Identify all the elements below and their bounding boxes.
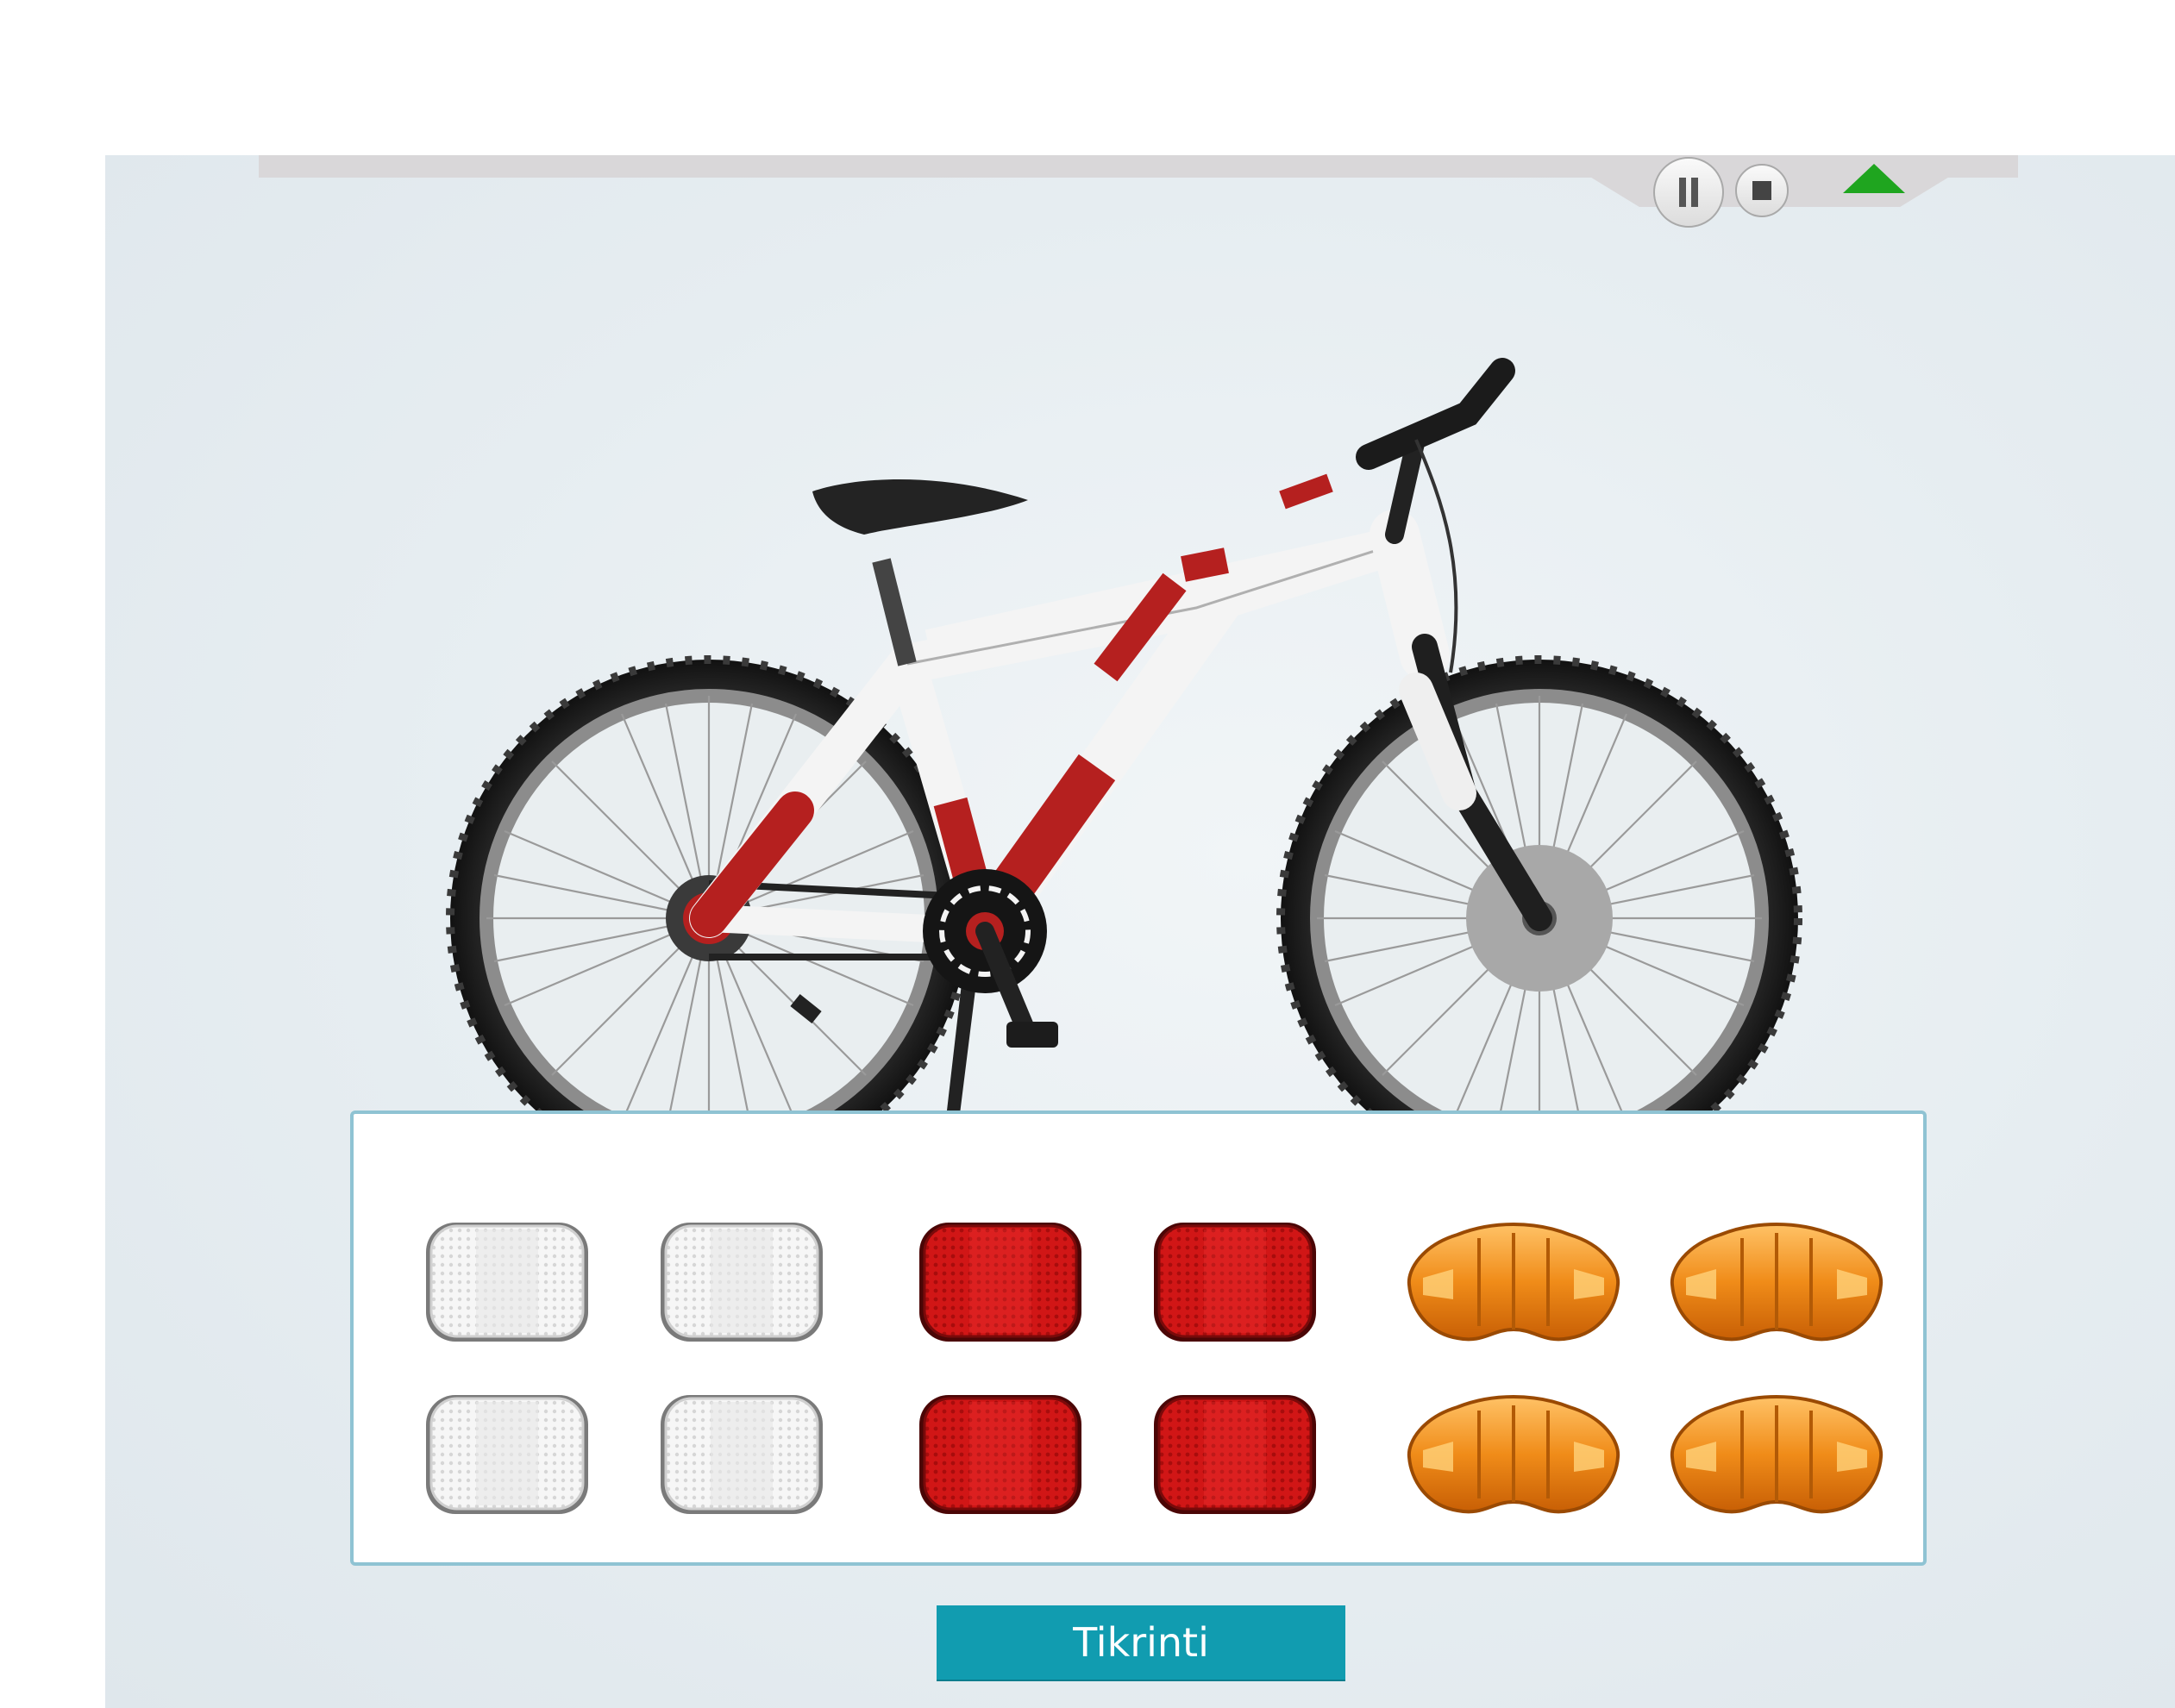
red-reflector[interactable] (1149, 1217, 1321, 1347)
red-reflector[interactable] (1149, 1390, 1321, 1519)
red-reflector[interactable] (914, 1217, 1087, 1347)
white-reflector[interactable] (421, 1217, 593, 1347)
activity-stage: Tikrinti (105, 155, 2175, 1708)
orange-reflector[interactable] (1669, 1390, 1884, 1519)
stop-button[interactable] (1735, 164, 1789, 217)
check-button[interactable]: Tikrinti (937, 1605, 1345, 1680)
white-reflector[interactable] (421, 1390, 593, 1519)
orange-reflector[interactable] (1669, 1217, 1884, 1347)
orange-reflector[interactable] (1406, 1217, 1621, 1347)
pause-button[interactable] (1653, 157, 1724, 228)
orange-reflector[interactable] (1406, 1390, 1621, 1519)
red-reflector[interactable] (914, 1390, 1087, 1519)
bicycle-illustration (424, 358, 1908, 1181)
triangle-up-icon[interactable] (1843, 164, 1905, 193)
stop-icon (1752, 181, 1771, 200)
white-reflector[interactable] (655, 1390, 828, 1519)
white-reflector[interactable] (655, 1217, 828, 1347)
reflector-tray (350, 1111, 1927, 1566)
pause-icon (1679, 178, 1698, 207)
